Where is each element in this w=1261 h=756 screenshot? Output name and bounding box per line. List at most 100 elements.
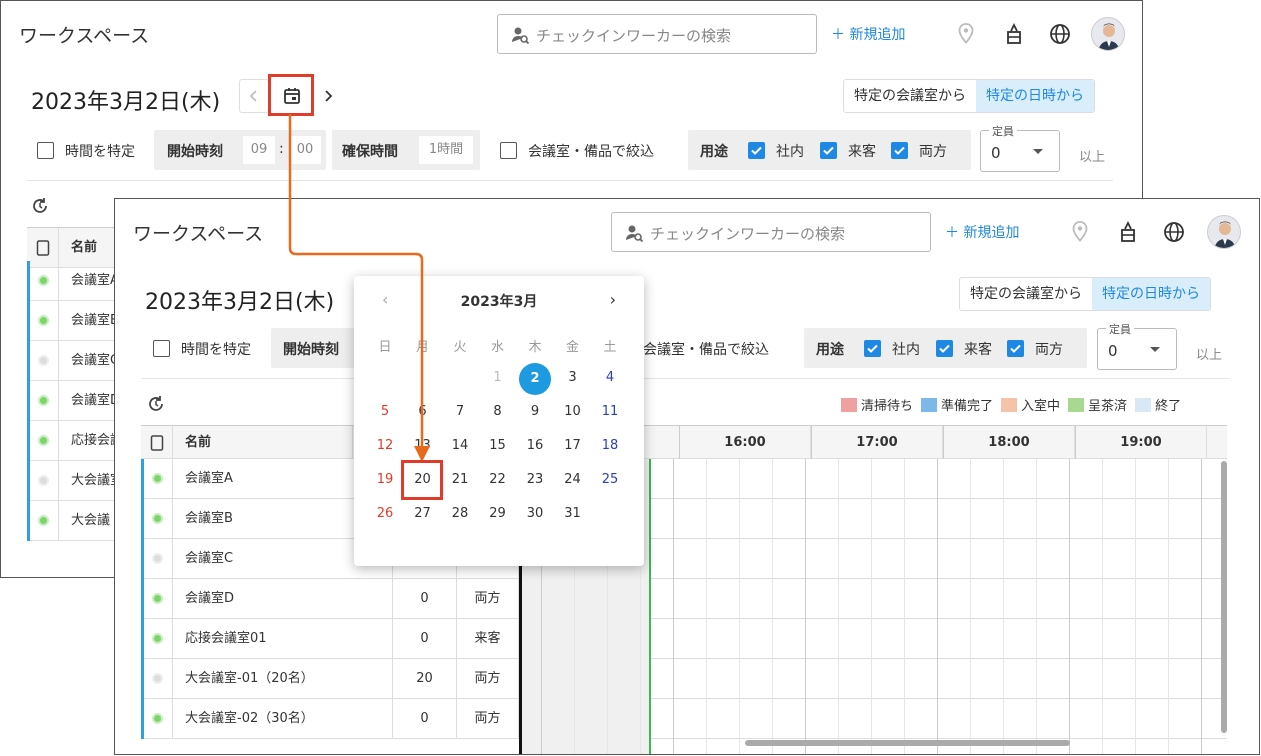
calendar-day[interactable]: 19: [366, 465, 404, 495]
location-pin-icon[interactable]: [1067, 219, 1093, 245]
calendar-day[interactable]: 1: [479, 363, 517, 393]
divider: [141, 378, 1229, 379]
calendar-day[interactable]: 4: [591, 363, 629, 393]
capacity-select[interactable]: 定員 0: [980, 123, 1060, 172]
calendar-day[interactable]: 18: [591, 431, 629, 461]
calendar-day[interactable]: 12: [366, 431, 404, 461]
calendar-day[interactable]: 25: [591, 465, 629, 495]
location-pin-icon[interactable]: [953, 21, 979, 47]
calendar-day[interactable]: 21: [441, 465, 479, 495]
user-search-icon: [512, 27, 530, 45]
weekday-label: 月: [415, 340, 429, 355]
calendar-day[interactable]: 23: [516, 465, 554, 495]
calendar-day[interactable]: 26: [366, 499, 404, 529]
usage-guest-checkbox[interactable]: [936, 340, 953, 357]
table-row[interactable]: 会議室C: [27, 341, 127, 381]
calendar-day[interactable]: 27: [404, 499, 442, 529]
table-row[interactable]: 会議室A: [27, 261, 127, 301]
weekday-label: 金: [565, 340, 579, 355]
tab-by-room[interactable]: 特定の会議室から: [844, 80, 976, 112]
table-row[interactable]: 大会議室: [27, 461, 127, 501]
calendar-day[interactable]: 28: [441, 499, 479, 529]
refresh-icon[interactable]: [29, 195, 51, 217]
room-usage: 両方: [457, 579, 519, 619]
chevron-left-icon: [249, 90, 257, 102]
device-stand-icon[interactable]: [1115, 219, 1141, 245]
table-row[interactable]: 会議室B: [141, 499, 1227, 539]
start-minute-input[interactable]: 00: [288, 135, 322, 165]
globe-icon[interactable]: [1161, 219, 1187, 245]
calendar-day[interactable]: 13: [404, 431, 442, 461]
calendar-day[interactable]: 10: [554, 397, 592, 427]
capacity-select[interactable]: 定員 0: [1097, 321, 1177, 370]
calendar-day[interactable]: 2: [519, 363, 551, 395]
table-row[interactable]: 会議室D: [27, 381, 127, 421]
status-dot-icon: [152, 673, 163, 684]
calendar-day[interactable]: 3: [554, 363, 592, 393]
calendar-day[interactable]: 30: [516, 499, 554, 529]
capacity-suffix: 以上: [1079, 150, 1106, 165]
tab-by-room[interactable]: 特定の会議室から: [960, 278, 1092, 310]
grid-line: [1036, 459, 1037, 754]
start-hour-input[interactable]: 09: [242, 135, 276, 165]
avatar[interactable]: [1207, 215, 1241, 249]
legend-item: 入室中: [1001, 395, 1060, 414]
add-new-button[interactable]: ＋ 新規追加: [831, 24, 905, 44]
usage-both-checkbox[interactable]: [1007, 340, 1024, 357]
tab-by-datetime[interactable]: 特定の日時から: [1092, 278, 1210, 310]
grid-line: [904, 459, 905, 754]
next-day-button[interactable]: [313, 79, 343, 113]
table-row[interactable]: 応接会議: [27, 421, 127, 461]
table-row[interactable]: 大会議室-02（30名） 0 両方: [141, 699, 1227, 739]
schedule-table: 名前 16:00 17:00 18:00 19:00 会議室A 会議室B 会議室C 会議室D…: [141, 425, 1227, 754]
refresh-icon[interactable]: [145, 393, 167, 415]
device-stand-icon[interactable]: [1001, 21, 1027, 47]
calendar-day[interactable]: 5: [366, 397, 404, 427]
search-box[interactable]: チェックインワーカーの検索: [497, 14, 817, 54]
calendar-day[interactable]: 17: [554, 431, 592, 461]
time-header: 17:00: [811, 426, 943, 459]
check-icon: [751, 146, 762, 155]
calendar-day[interactable]: 16: [516, 431, 554, 461]
calendar-day[interactable]: 14: [441, 431, 479, 461]
current-date: 2023年3月2日(木): [31, 90, 221, 115]
calendar-day[interactable]: 31: [554, 499, 592, 529]
time-specify-checkbox[interactable]: [37, 142, 54, 159]
calendar-day[interactable]: 15: [479, 431, 517, 461]
usage-both-checkbox[interactable]: [891, 142, 908, 159]
table-row[interactable]: 応接会議室01 0 来客: [141, 619, 1227, 659]
horizontal-scrollbar[interactable]: [745, 740, 1070, 746]
time-specify-checkbox[interactable]: [153, 340, 170, 357]
search-box[interactable]: チェックインワーカーの検索: [611, 212, 931, 252]
calendar-day[interactable]: 29: [479, 499, 517, 529]
legend-item: 清掃待ち: [841, 395, 913, 414]
usage-guest-checkbox[interactable]: [820, 142, 837, 159]
table-row[interactable]: 会議室A: [141, 459, 1227, 499]
vertical-scrollbar[interactable]: [1221, 461, 1227, 733]
calendar-day[interactable]: 11: [591, 397, 629, 427]
prev-day-button[interactable]: [239, 79, 269, 113]
tab-by-datetime[interactable]: 特定の日時から: [976, 80, 1094, 112]
calendar-day[interactable]: 6: [404, 397, 442, 427]
calendar-day[interactable]: 8: [479, 397, 517, 427]
next-month-button[interactable]: ›: [610, 290, 616, 309]
calendar-day[interactable]: 7: [441, 397, 479, 427]
calendar-day[interactable]: 24: [554, 465, 592, 495]
usage-internal-checkbox[interactable]: [864, 340, 881, 357]
usage-internal-checkbox[interactable]: [748, 142, 765, 159]
weekday-label: 火: [453, 340, 467, 355]
calendar-day[interactable]: 22: [479, 465, 517, 495]
duration-input[interactable]: 1時間: [418, 135, 474, 165]
room-filter-checkbox[interactable]: [500, 142, 517, 159]
table-row[interactable]: 会議室B: [27, 301, 127, 341]
calendar-day[interactable]: 9: [516, 397, 554, 427]
globe-icon[interactable]: [1047, 21, 1073, 47]
table-row[interactable]: 会議室D 0 両方: [141, 579, 1227, 619]
table-row[interactable]: 大会議室-01（20名） 20 両方: [141, 659, 1227, 699]
table-row[interactable]: 会議室C: [141, 539, 1227, 579]
add-new-button[interactable]: ＋ 新規追加: [945, 222, 1019, 242]
mode-tabs: 特定の会議室から 特定の日時から: [959, 277, 1211, 311]
table-row[interactable]: 大会議: [27, 501, 127, 541]
avatar[interactable]: [1091, 17, 1125, 51]
usage-both-label: 両方: [919, 144, 947, 160]
